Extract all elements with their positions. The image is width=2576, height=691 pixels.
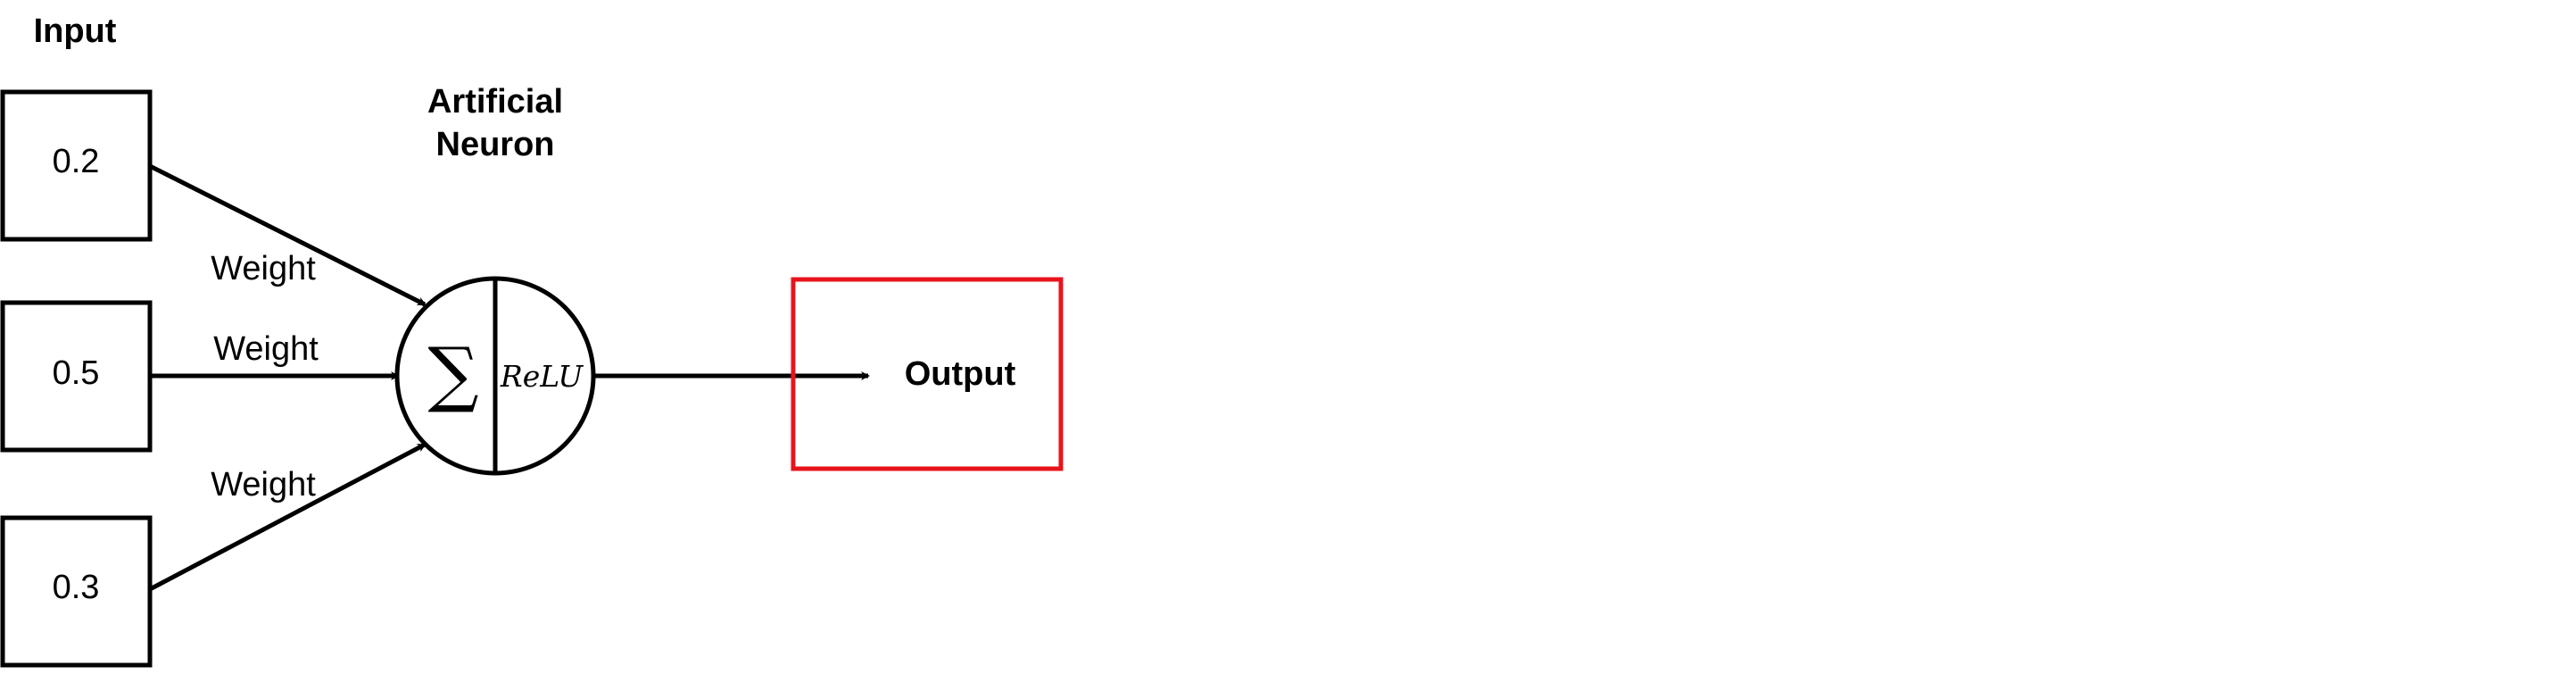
neuron-diagram: Input Artificial Neuron 0.2 0.5 0.3 Weig… [0, 12, 1064, 668]
input-box-3: 0.3 [0, 515, 153, 668]
input-box-1: 0.2 [0, 89, 153, 242]
neuron-circle: ∑ ReLU [394, 276, 596, 476]
output-label: Output [905, 355, 1016, 393]
neuron-heading-line1: Artificial [427, 83, 563, 121]
activation-label: ReLU [500, 359, 584, 394]
weight-label-2: Weight [213, 330, 319, 368]
weight-label-1: Weight [211, 250, 316, 287]
input-box-2: 0.5 [0, 300, 153, 453]
input-value-2: 0.5 [53, 354, 100, 392]
neuron-heading-line2: Neuron [436, 126, 555, 163]
input-value-3: 0.3 [53, 569, 100, 606]
input-heading: Input [34, 12, 117, 50]
sum-symbol: ∑ [427, 332, 478, 415]
weight-label-3: Weight [211, 466, 316, 504]
input-value-1: 0.2 [53, 143, 100, 180]
